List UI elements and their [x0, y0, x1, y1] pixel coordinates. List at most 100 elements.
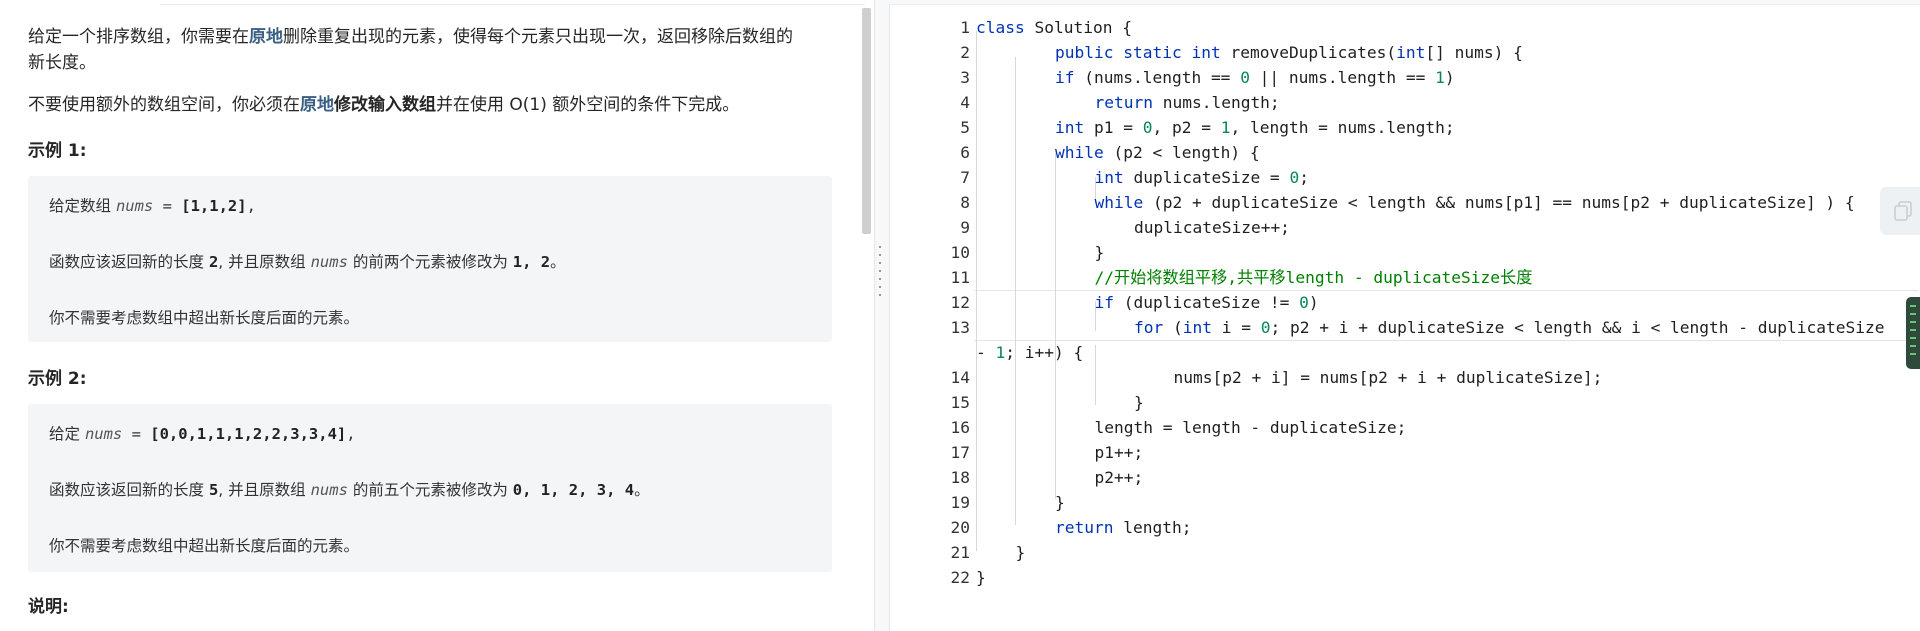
var-nums: nums	[310, 481, 348, 499]
minimap-icon[interactable]	[1906, 297, 1920, 369]
text: 函数应该返回新的长度	[49, 253, 209, 271]
var-nums: nums	[115, 197, 154, 215]
code-line[interactable]: 1 class Solution {	[890, 15, 1920, 40]
code-text: for (int i = 0; p2 + i + duplicateSize <…	[1134, 318, 1885, 337]
code-text: length = length - duplicateSize;	[1094, 418, 1407, 437]
code-text: }	[1134, 393, 1144, 412]
line-number: 8	[960, 193, 970, 212]
code-line[interactable]: - 1; i++) {	[890, 340, 1920, 365]
text: , 并且原数组	[218, 481, 311, 499]
example-1-block: 给定数组 nums = [1,1,2], 函数应该返回新的长度 2, 并且原数组…	[28, 176, 832, 342]
code-line[interactable]: 13 for (int i = 0; p2 + i + duplicateSize…	[890, 315, 1920, 340]
para1-text: 给定一个排序数组，你需要在	[28, 27, 249, 47]
code-line[interactable]: 2 public static int removeDuplicates(int[…	[890, 40, 1920, 65]
line-number: 9	[960, 218, 970, 237]
line-number: 15	[950, 393, 971, 412]
text: 的前五个元素被修改为	[347, 481, 513, 499]
value: [0,0,1,1,1,2,2,3,3,4]	[150, 425, 347, 443]
line-number: 12	[950, 293, 971, 312]
side-panel-tab[interactable]	[1880, 187, 1920, 235]
explanation-title: 说明:	[28, 597, 69, 617]
code-text: return length;	[1055, 518, 1192, 537]
code-line[interactable]: 18 p2++;	[890, 465, 1920, 490]
text: 的前两个元素被修改为	[347, 253, 513, 271]
code-text: nums[p2 + i] = nums[p2 + i + duplicateSi…	[1173, 368, 1603, 387]
example-1-title: 示例 1:	[28, 141, 87, 161]
var-nums: nums	[84, 425, 123, 443]
code-line[interactable]: 9 duplicateSize++;	[890, 215, 1920, 240]
line-number: 3	[960, 68, 970, 87]
value: 1, 2	[512, 253, 551, 271]
code-line[interactable]: 22}	[890, 565, 1920, 590]
example-2-title: 示例 2:	[28, 369, 87, 389]
code-text: duplicateSize++;	[1134, 218, 1290, 237]
code-line[interactable]: 11 //开始将数组平移,共平移length - duplicateSize长度	[890, 265, 1920, 290]
line-number: 13	[950, 318, 971, 337]
code-text: int duplicateSize = 0;	[1094, 168, 1309, 187]
para2-text: 不要使用额外的数组空间，你必须在	[28, 95, 300, 115]
problem-description-panel: 给定一个排序数组，你需要在原地 删除重复出现的元素，使得每个元素只出现一次，返回移…	[0, 0, 875, 631]
code-line[interactable]: 4 return nums.length;	[890, 90, 1920, 115]
value: 5	[208, 481, 219, 499]
line-number: 16	[950, 418, 971, 437]
example-2-line-2: 函数应该返回新的长度 5, 并且原数组 nums 的前五个元素被修改为 0, 1…	[49, 478, 650, 500]
code-line[interactable]: 12 if (duplicateSize != 0)	[890, 290, 1920, 315]
code-line[interactable]: 15}	[890, 390, 1920, 415]
line-number: 5	[960, 118, 970, 137]
code-line[interactable]: 8 while (p2 + duplicateSize < length && n…	[890, 190, 1920, 215]
text: ,	[346, 425, 356, 443]
line-number: 21	[950, 543, 971, 562]
line-number: 7	[960, 168, 970, 187]
code-line[interactable]: 5 int p1 = 0, p2 = 1, length = nums.lengt…	[890, 115, 1920, 140]
example-2-line-1: 给定 nums = [0,0,1,1,1,2,2,3,3,4],	[49, 422, 356, 444]
code-line[interactable]: 10}	[890, 240, 1920, 265]
code-text: while (p2 < length) {	[1055, 143, 1260, 162]
example-1-line-3: 你不需要考虑数组中超出新长度后面的元素。	[49, 309, 360, 327]
code-line[interactable]: 19}	[890, 490, 1920, 515]
value: 0, 1, 2, 3, 4	[512, 481, 635, 499]
text: 函数应该返回新的长度	[49, 481, 209, 499]
code-line[interactable]: 21}	[890, 540, 1920, 565]
para2-text-post: 并在使用 O(1) 额外空间的条件下完成。	[436, 95, 740, 115]
code-text: //开始将数组平移,共平移length - duplicateSize长度	[1094, 268, 1533, 287]
example-2-line-3: 你不需要考虑数组中超出新长度后面的元素。	[49, 537, 360, 555]
code-editor[interactable]: 1 class Solution { 2 public static int remo…	[889, 4, 1920, 631]
line-number: 22	[950, 568, 971, 587]
code-text: public static int removeDuplicates(int[]…	[1055, 43, 1523, 62]
code-line[interactable]: 16 length = length - duplicateSize;	[890, 415, 1920, 440]
line-number: 17	[950, 443, 971, 462]
line-number: 18	[950, 468, 971, 487]
example-2-block: 给定 nums = [0,0,1,1,1,2,2,3,3,4], 函数应该返回新…	[28, 404, 832, 572]
line-number: 19	[950, 493, 971, 512]
line-number: 4	[960, 93, 970, 112]
para2-highlight: 原地	[300, 95, 334, 115]
text: 给定数组	[49, 197, 116, 215]
code-line[interactable]: 17 p1++;	[890, 440, 1920, 465]
code-text: while (p2 + duplicateSize < length && nu…	[1094, 193, 1855, 212]
text: , 并且原数组	[218, 253, 311, 271]
code-text: return nums.length;	[1094, 93, 1280, 112]
description-scrollbar[interactable]	[862, 8, 871, 234]
line-number: 6	[960, 143, 970, 162]
para1-line2: 新长度。	[28, 53, 96, 73]
divider	[160, 4, 865, 5]
line-number: 2	[960, 43, 970, 62]
code-text: class Solution {	[976, 18, 1132, 37]
code-line[interactable]: 20 return length;	[890, 515, 1920, 540]
line-number: 20	[950, 518, 971, 537]
value: [1,1,2]	[181, 197, 247, 215]
line-number: 10	[950, 243, 971, 262]
code-line[interactable]: 7 int duplicateSize = 0;	[890, 165, 1920, 190]
panel-splitter[interactable]	[878, 246, 882, 306]
code-text: }	[1055, 493, 1065, 512]
example-1-line-2: 函数应该返回新的长度 2, 并且原数组 nums 的前两个元素被修改为 1, 2…	[49, 250, 566, 272]
line-number: 11	[950, 268, 971, 287]
code-text: }	[1015, 543, 1026, 562]
text: 。	[634, 481, 650, 499]
code-line[interactable]: 6 while (p2 < length) {	[890, 140, 1920, 165]
code-line[interactable]: 14 nums[p2 + i] = nums[p2 + i + duplicate…	[890, 365, 1920, 390]
code-line[interactable]: 3 if (nums.length == 0 || nums.length == …	[890, 65, 1920, 90]
para1-text-post: 删除重复出现的元素，使得每个元素只出现一次，返回移除后数组的	[283, 27, 793, 47]
text: =	[153, 197, 182, 215]
code-text: if (duplicateSize != 0)	[1094, 293, 1319, 312]
